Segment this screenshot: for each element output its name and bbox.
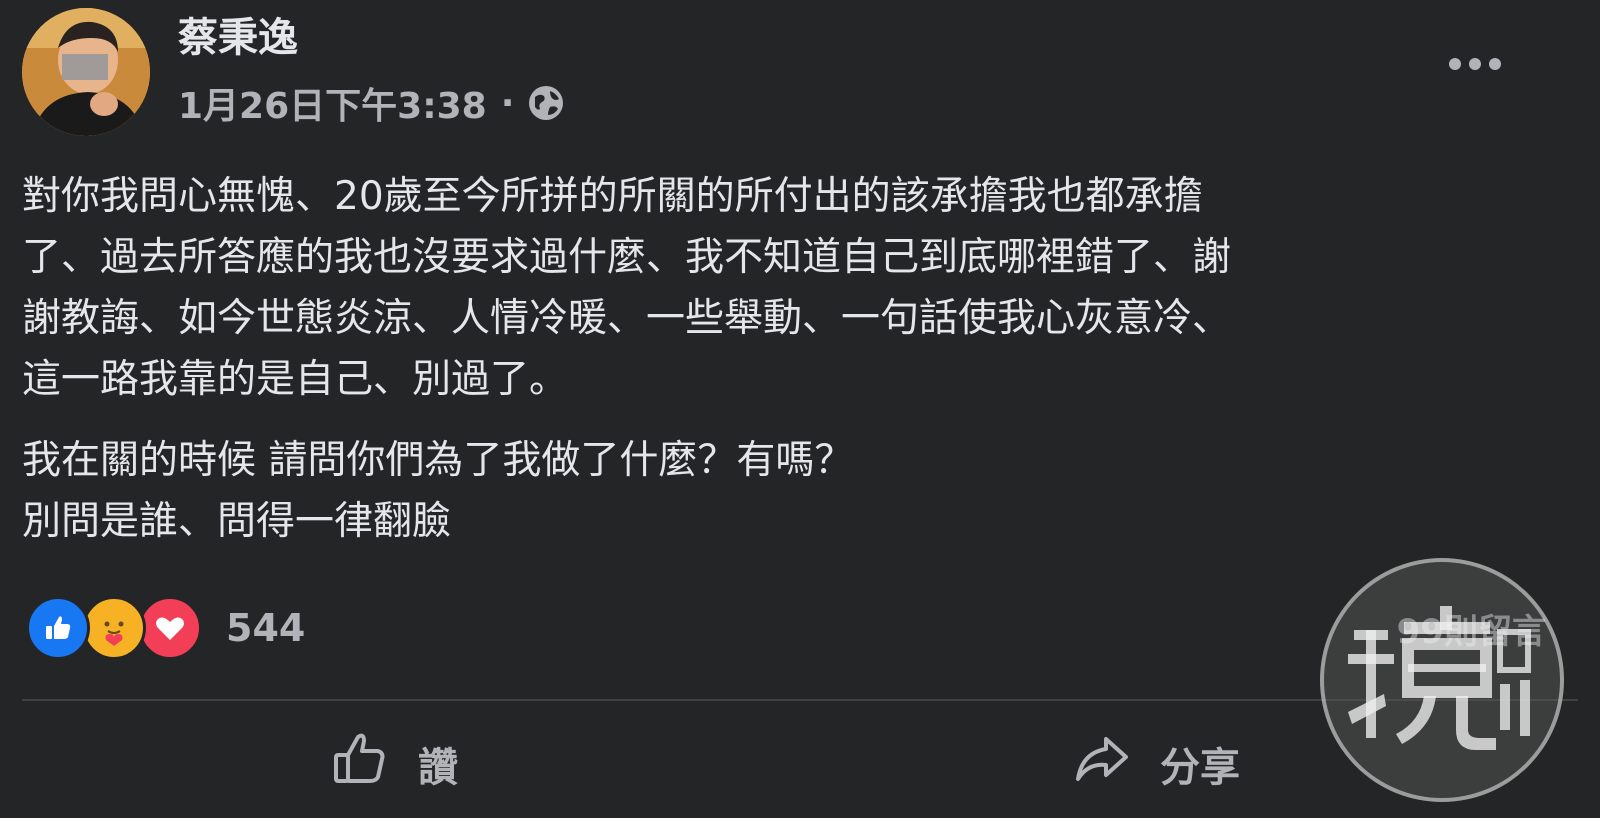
- more-dot-icon: [1469, 58, 1481, 70]
- share-button[interactable]: 分享: [1072, 722, 1240, 806]
- reaction-count: 544: [226, 606, 306, 650]
- post-paragraph: 我在關的時候 請問你們為了我做了什麼？有嗎？ 別問是誰、問得一律翻臉: [22, 438, 854, 544]
- author-name[interactable]: 蔡秉逸: [178, 10, 298, 66]
- reaction-summary[interactable]: 544: [26, 596, 305, 660]
- post-paragraph: 對你我問心無愧、20歲至今所拼的所關的所付出的該承擔我也都承擔 了、過去所答應的…: [22, 174, 1232, 402]
- more-options-button[interactable]: [1440, 42, 1510, 86]
- more-dot-icon: [1449, 58, 1461, 70]
- love-icon: [138, 596, 202, 660]
- share-button-label: 分享: [1160, 745, 1240, 791]
- like-icon: [26, 596, 90, 660]
- post-timestamp[interactable]: 1月26日下午3:38: [178, 77, 487, 129]
- like-button-label: 讚: [418, 745, 458, 791]
- post-body: 對你我問心無愧、20歲至今所拼的所關的所付出的該承擔我也都承擔 了、過去所答應的…: [22, 166, 1542, 552]
- watermark-logo: [1320, 558, 1564, 802]
- avatar[interactable]: [22, 8, 150, 136]
- globe-icon[interactable]: [526, 83, 566, 123]
- thumbs-up-icon: [330, 729, 390, 799]
- facebook-post: 蔡秉逸 1月26日下午3:38 · 對你我問心無愧、20歲至今所拼的所關的所付出…: [0, 0, 1600, 818]
- post-meta: 1月26日下午3:38 ·: [178, 78, 566, 128]
- share-arrow-icon: [1072, 729, 1132, 799]
- more-dot-icon: [1489, 58, 1501, 70]
- care-icon: [82, 596, 146, 660]
- meta-separator: ·: [500, 82, 515, 124]
- like-button[interactable]: 讚: [330, 722, 458, 806]
